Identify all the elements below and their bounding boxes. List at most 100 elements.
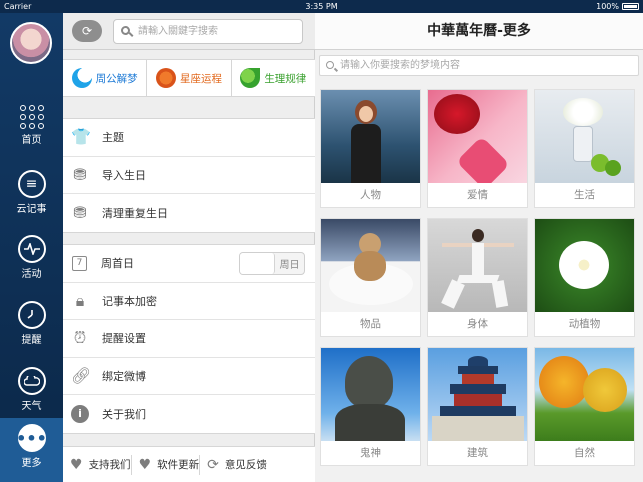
dream-category-love[interactable]: 爱情 [427,89,528,208]
row-label: 主题 [102,131,124,145]
ghosts-gods-image [321,348,420,441]
dream-panel: 中華萬年曆-更多 请输入你要搜索的梦境内容 人物 爱情 生活 物品 身体 动植物… [315,13,643,482]
objects-image [321,219,420,312]
list-item-about-us[interactable]: i 关于我们 [63,395,315,433]
nav-item-label: 首页 [21,135,42,146]
nav-item-label: 更多 [21,458,42,469]
button-label: 支持我们 [88,459,131,471]
feature-tabs: 周公解梦 星座运程 生理规律 [63,59,315,97]
cloud-icon [17,367,46,395]
link-icon: 🔗︎ [71,365,92,385]
heart-icon: ♥ [70,456,83,473]
nav-item-activity[interactable]: 活动 [0,229,63,293]
toggle-knob [240,253,275,274]
tab-biorhythm[interactable]: 生理规律 [232,60,315,96]
tab-label: 星座运程 [179,72,222,85]
alarm-icon: ⏰︎ [73,328,87,348]
battery-percent: 100% [596,2,619,11]
nature-image [535,348,634,441]
button-label: 意见反馈 [224,459,267,471]
tile-label: 动植物 [568,318,601,330]
dream-category-architecture[interactable]: 建筑 [427,347,528,466]
tile-label: 人物 [360,189,381,201]
shirt-icon: 👕 [71,127,91,147]
nav-item-label: 提醒 [21,335,42,346]
life-image [535,90,634,183]
info-icon: i [71,404,89,423]
calendar-icon: 7 [72,255,87,271]
feedback-button[interactable]: ⟳ 意见反馈 [199,454,267,475]
search-placeholder: 请输入你要搜索的梦境内容 [340,60,460,71]
sidebar-nav: 首页 ≡ 云记事 活动 提醒 天气 ••• 更多 [0,13,63,482]
toggle-value: 周日 [279,260,300,271]
nav-item-cloud-notes[interactable]: ≡ 云记事 [0,164,63,228]
tab-dream-interpretation[interactable]: 周公解梦 [63,60,148,96]
cake-clean-icon: ⛃ [73,202,87,222]
tile-label: 爱情 [467,189,488,201]
cloud-sync-icon[interactable]: ⟳ [72,20,102,42]
more-icon: ••• [16,424,47,452]
dream-category-body[interactable]: 身体 [427,218,528,337]
tile-label: 物品 [360,318,381,330]
support-us-button[interactable]: ♥ 支持我们 [63,455,131,475]
list-item-notebook-encryption[interactable]: 🔒︎ 记事本加密 [63,283,315,320]
dream-search-input[interactable]: 请输入你要搜索的梦境内容 [319,55,639,76]
nav-item-home[interactable]: 首页 [0,99,63,163]
list-item-reminder-settings[interactable]: ⏰︎ 提醒设置 [63,320,315,358]
list-item-bind-weibo[interactable]: 🔗︎ 绑定微博 [63,358,315,395]
dream-category-ghosts-gods[interactable]: 鬼神 [320,347,421,466]
settings-panel: ⟳ 請輸入關鍵字搜索 周公解梦 星座运程 生理规律 👕 主题 ⛃ 导入生日 ⛃ … [63,13,315,482]
row-label: 清理重复生日 [102,206,168,220]
nav-item-more[interactable]: ••• 更多 [0,418,63,482]
search-icon [121,26,130,35]
search-placeholder: 請輸入關鍵字搜索 [138,26,218,37]
tab-label: 周公解梦 [95,72,138,85]
tile-label: 建筑 [467,447,488,459]
settings-group-general: 👕 主题 ⛃ 导入生日 ⛃ 清理重复生日 [63,118,315,233]
software-update-button[interactable]: ♥ 软件更新 [130,454,200,475]
tile-label: 身体 [467,318,488,330]
nav-item-weather[interactable]: 天气 [0,361,63,425]
list-icon: ≡ [17,170,46,198]
dream-category-life[interactable]: 生活 [534,89,635,208]
page-title: 中華萬年曆-更多 [315,13,643,50]
lock-icon: 🔒︎ [75,290,85,310]
clock-label: 3:35 PM [305,2,338,11]
avatar[interactable] [10,22,52,64]
dream-category-animals-plants[interactable]: 动植物 [534,218,635,337]
search-icon [326,61,334,69]
pulse-icon [17,235,46,263]
tab-label: 生理规律 [264,72,307,85]
dots-grid-icon [19,105,44,129]
button-label: 软件更新 [157,459,200,471]
bottom-action-bar: ♥ 支持我们 ♥ 软件更新 ⟳ 意见反馈 [63,446,315,482]
dream-category-nature[interactable]: 自然 [534,347,635,466]
moon-star-icon [71,68,92,88]
week-start-toggle[interactable]: 周日 [239,252,305,275]
row-label: 记事本加密 [102,294,157,308]
tile-label: 生活 [574,189,595,201]
list-item-week-start[interactable]: 7 周首日 周日 [63,245,315,283]
tile-label: 鬼神 [360,447,381,459]
clock-icon [17,301,46,329]
refresh-icon: ⟳ [207,456,219,473]
row-label: 导入生日 [102,168,146,182]
battery-icon [622,3,639,10]
list-item-import-birthdays[interactable]: ⛃ 导入生日 [63,157,315,194]
cake-import-icon: ⛃ [73,164,87,184]
search-input[interactable]: 請輸入關鍵字搜索 [113,19,303,44]
dream-category-objects[interactable]: 物品 [320,218,421,337]
planet-icon [155,68,176,88]
tab-horoscope[interactable]: 星座运程 [147,60,232,96]
row-label: 周首日 [101,257,134,271]
list-item-clean-duplicate-birthdays[interactable]: ⛃ 清理重复生日 [63,194,315,232]
battery-status: 100% [596,2,639,11]
list-item-theme[interactable]: 👕 主题 [63,119,315,157]
love-image [428,90,527,183]
nav-item-label: 天气 [21,401,42,412]
dream-category-people[interactable]: 人物 [320,89,421,208]
settings-header: ⟳ 請輸入關鍵字搜索 [63,13,315,50]
leaf-icon [240,68,261,88]
nav-item-reminder[interactable]: 提醒 [0,295,63,359]
animals-plants-image [535,219,634,312]
